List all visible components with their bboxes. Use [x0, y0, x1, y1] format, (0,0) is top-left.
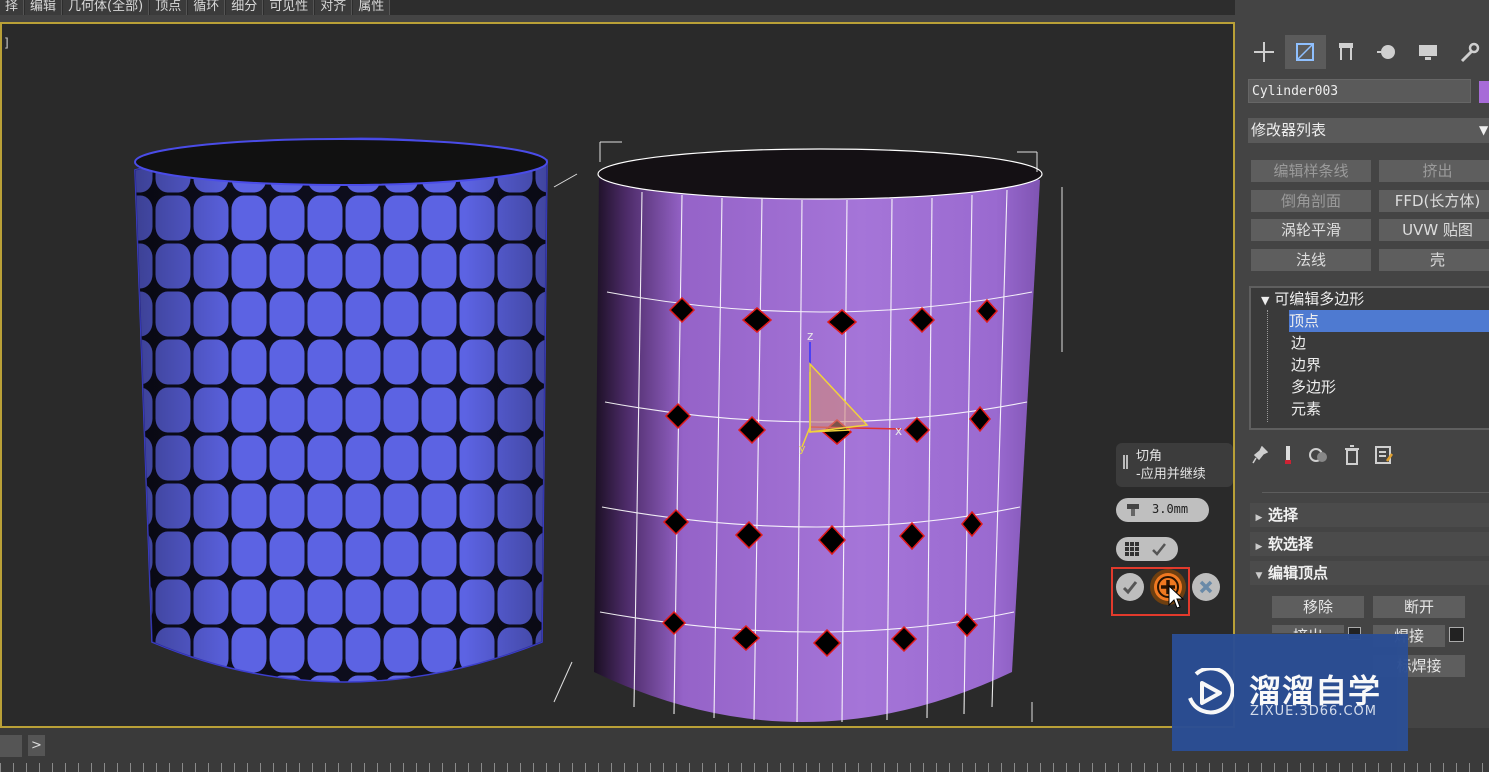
- modifier-ffd-box-button[interactable]: FFD(长方体): [1379, 190, 1489, 212]
- grid-icon[interactable]: [1125, 542, 1140, 557]
- rollout-edit-vertices[interactable]: ▼ 编辑顶点: [1250, 561, 1489, 585]
- checkmark-icon[interactable]: [1151, 542, 1167, 557]
- collapsed-triangle-icon: ▶: [1255, 542, 1263, 552]
- rollout-soft-selection[interactable]: ▶ 软选择: [1250, 532, 1489, 556]
- timeline-ticks: [0, 763, 1489, 772]
- plus-icon: [1254, 42, 1275, 62]
- modifier-edit-spline-button[interactable]: 编辑样条线: [1251, 160, 1371, 182]
- weld-settings-icon[interactable]: [1449, 627, 1464, 642]
- chamfer-caddy-header[interactable]: 切角 -应用并继续: [1116, 443, 1233, 487]
- chamfer-amount-spinner[interactable]: 3.0mm: [1116, 498, 1209, 522]
- make-unique-icon[interactable]: [1308, 445, 1330, 465]
- svg-text:y: y: [799, 442, 806, 455]
- play-logo-icon: [1188, 668, 1234, 715]
- cancel-button[interactable]: [1192, 573, 1220, 601]
- modifier-list-label: 修改器列表: [1251, 121, 1327, 139]
- menu-item-align[interactable]: 对齐: [315, 0, 353, 15]
- expand-triangle-icon[interactable]: ▼: [1261, 294, 1269, 307]
- show-end-result-icon[interactable]: [1282, 445, 1294, 465]
- remove-button[interactable]: 移除: [1272, 596, 1364, 618]
- configure-modifier-sets-icon[interactable]: [1374, 445, 1394, 465]
- object-name-field[interactable]: Cylinder003: [1248, 79, 1471, 103]
- stack-item-border[interactable]: 边界: [1291, 354, 1321, 376]
- stack-item-element[interactable]: 元素: [1291, 398, 1321, 420]
- hierarchy-icon: [1339, 43, 1354, 60]
- chamfer-amount-icon: [1127, 504, 1139, 516]
- modifier-list-dropdown[interactable]: 修改器列表 ▼: [1248, 118, 1489, 143]
- caddy-subtitle: -应用并继续: [1136, 467, 1206, 482]
- mouse-cursor-icon: [1168, 585, 1184, 609]
- trash-icon[interactable]: [1344, 445, 1360, 465]
- next-frame-button[interactable]: >: [28, 735, 45, 756]
- modifier-uvw-map-button[interactable]: UVW 贴图: [1379, 219, 1489, 241]
- modifier-extrude-button[interactable]: 挤出: [1379, 160, 1489, 182]
- menu-item-vertex[interactable]: 顶点: [150, 0, 188, 15]
- tab-utilities[interactable]: [1448, 35, 1489, 69]
- modifier-shell-button[interactable]: 壳: [1379, 249, 1489, 271]
- menu-item-subdivide[interactable]: 细分: [226, 0, 264, 15]
- object-color-swatch[interactable]: [1479, 81, 1489, 103]
- chevron-down-icon: ▼: [1479, 123, 1489, 137]
- modifier-turbosmooth-button[interactable]: 涡轮平滑: [1251, 219, 1371, 241]
- break-button[interactable]: 断开: [1373, 596, 1465, 618]
- tab-create[interactable]: [1244, 35, 1285, 69]
- viewport-scene: z x y: [134, 137, 1063, 723]
- watermark-url: ZIXUE.3D66.COM: [1250, 704, 1377, 719]
- menu-item-loop[interactable]: 循环: [188, 0, 226, 15]
- modifier-normal-button[interactable]: 法线: [1251, 249, 1371, 271]
- caddy-title: 切角: [1136, 449, 1163, 464]
- caddy-drag-grip[interactable]: [1123, 455, 1128, 469]
- menu-item-edit[interactable]: 编辑: [25, 0, 63, 15]
- modifier-stack[interactable]: ▼ 可编辑多边形 顶点 边 边界 多边形 元素: [1249, 286, 1489, 430]
- stack-item-editable-poly[interactable]: ▼ 可编辑多边形: [1261, 288, 1364, 310]
- extrude-button[interactable]: 挤出: [1272, 625, 1344, 633]
- collapsed-triangle-icon: ▶: [1255, 513, 1263, 523]
- stack-item-edge[interactable]: 边: [1291, 332, 1306, 354]
- tab-hierarchy[interactable]: [1326, 35, 1367, 69]
- tab-display[interactable]: [1407, 35, 1448, 69]
- time-slider-handle[interactable]: [0, 735, 22, 757]
- chamfer-options-pill[interactable]: [1116, 537, 1178, 561]
- chamfer-amount-value: 3.0mm: [1152, 502, 1189, 516]
- menu-bar: 择 编辑 几何体(全部) 顶点 循环 细分 可见性 对齐 属性: [0, 0, 1235, 15]
- modify-icon: [1296, 43, 1315, 61]
- modifier-bevel-profile-button[interactable]: 倒角剖面: [1251, 190, 1371, 212]
- stack-toolbar: [1252, 442, 1394, 468]
- wrench-icon: [1460, 42, 1479, 63]
- stack-item-vertex[interactable]: 顶点: [1289, 310, 1489, 332]
- close-icon: [1199, 580, 1213, 594]
- motion-icon: [1376, 45, 1395, 59]
- tab-motion[interactable]: [1366, 35, 1407, 69]
- stack-item-polygon[interactable]: 多边形: [1291, 376, 1336, 398]
- menu-item-properties[interactable]: 属性: [353, 0, 391, 15]
- command-panel-tabs: [1244, 35, 1489, 71]
- svg-text:x: x: [895, 424, 902, 438]
- blue-cylinder[interactable]: [134, 137, 548, 683]
- display-icon: [1418, 45, 1437, 60]
- menu-item-geometry[interactable]: 几何体(全部): [63, 0, 150, 15]
- rollout-selection[interactable]: ▶ 选择: [1250, 503, 1489, 527]
- menu-item-visibility[interactable]: 可见性: [264, 0, 315, 15]
- tab-modify[interactable]: [1284, 35, 1326, 69]
- perspective-viewport[interactable]: ] z x y: [0, 22, 1235, 728]
- stack-tree-line: [1267, 310, 1269, 422]
- watermark: 溜溜自学 ZIXUE.3D66.COM: [1172, 634, 1408, 751]
- svg-text:z: z: [807, 329, 813, 343]
- pin-icon[interactable]: [1252, 446, 1268, 464]
- menu-item-select[interactable]: 择: [0, 0, 25, 15]
- expanded-triangle-icon: ▼: [1255, 571, 1263, 581]
- panel-divider: [1262, 492, 1489, 493]
